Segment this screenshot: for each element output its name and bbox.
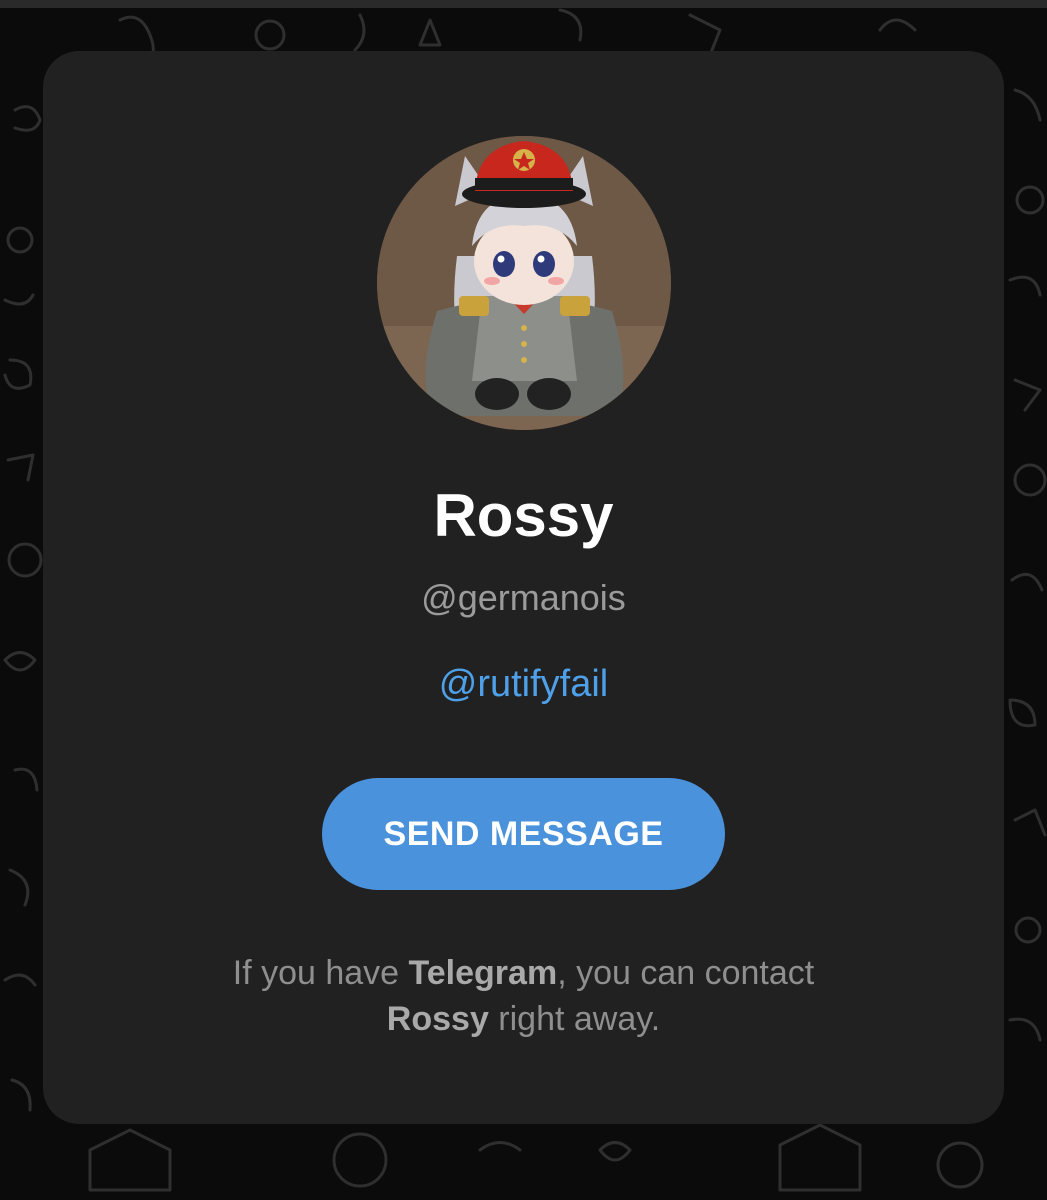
info-part-1: If you have [232,954,409,992]
info-line-2: Rossy right away. [0,996,1047,1042]
profile-avatar [377,136,671,430]
info-app-name: Telegram [408,954,558,992]
info-part-2: , you can contact [557,954,815,992]
profile-link[interactable]: @rutifyfail [0,661,1047,707]
avatar-image [377,136,671,430]
info-line-1: If you have Telegram, you can contact [0,950,1047,996]
profile-name: Rossy [433,482,614,549]
profile-username: @germanois [421,577,626,618]
info-part-3: right away. [488,1000,661,1038]
info-contact-name: Rossy [386,1000,489,1038]
send-message-button[interactable]: SEND MESSAGE [322,778,725,890]
contact-info-text: If you have Telegram, you can contact Ro… [0,950,1047,1042]
